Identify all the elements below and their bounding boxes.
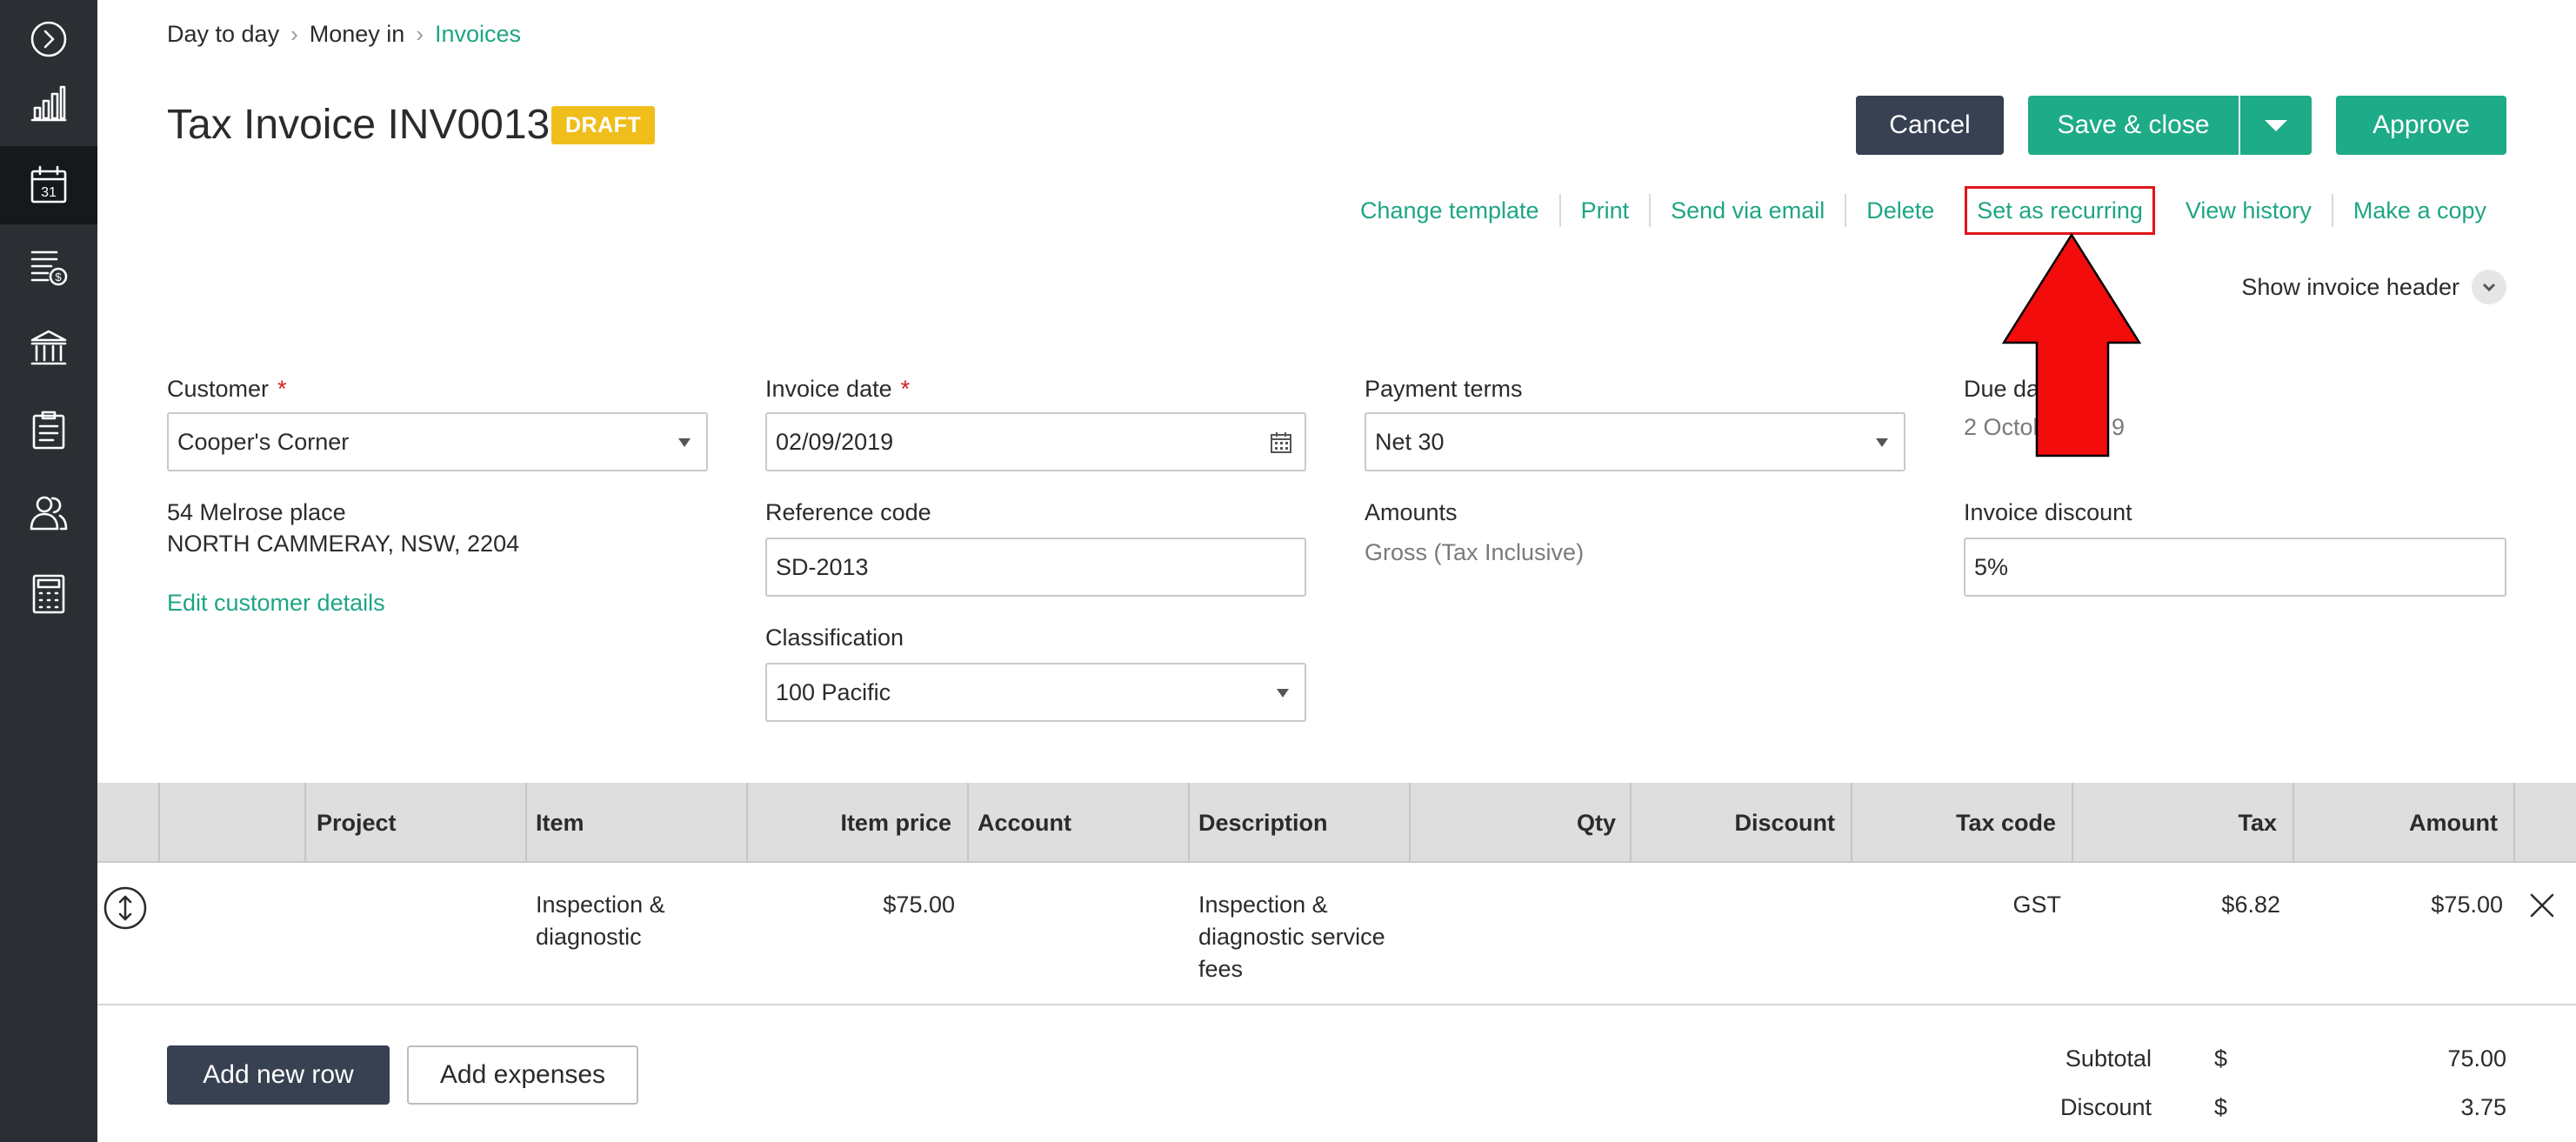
breadcrumb-day-to-day[interactable]: Day to day [167,21,279,48]
dropdown-arrow-icon [1876,438,1888,447]
row-tax-code-cell[interactable]: GST [2012,889,2061,921]
classification-label: Classification [765,624,904,651]
calendar-day-label: 31 [41,185,57,200]
table-row-divider [97,1004,2576,1005]
expand-icon [30,21,67,57]
show-invoice-header-toggle[interactable]: Show invoice header [2241,270,2506,304]
column-header-item: Item [536,810,584,836]
column-header-tax-code: Tax code [1955,810,2056,836]
subtotal-label: Subtotal [2065,1045,2152,1072]
clipboard-icon [32,411,65,450]
save-options-dropdown-button[interactable] [2240,96,2312,155]
show-invoice-header-label: Show invoice header [2241,273,2459,300]
dropdown-arrow-icon [678,438,691,447]
payment-terms-select[interactable]: Net 30 [1365,412,1905,471]
row-amount-cell[interactable]: $75.00 [2431,889,2503,921]
send-via-email-link[interactable]: Send via email [1649,194,1845,227]
column-header-tax: Tax [2238,810,2277,836]
column-header-project: Project [317,810,397,836]
column-header-description: Description [1198,810,1328,836]
classification-select[interactable]: 100 Pacific [765,663,1306,722]
sidebar-item-day-to-day[interactable]: 31 [0,146,97,224]
discount-total-currency: $ [2214,1094,2228,1120]
contacts-icon [30,496,68,531]
cancel-button[interactable]: Cancel [1856,96,2004,155]
red-arrow-annotation-icon [2002,233,2141,457]
amounts-label: Amounts [1365,499,1458,525]
payment-terms-label: Payment terms [1365,376,1523,402]
calendar-icon: 31 [30,165,67,204]
row-item-price-cell[interactable]: $75.00 [883,889,955,921]
breadcrumb-money-in[interactable]: Money in [310,21,405,48]
reference-code-label: Reference code [765,499,931,525]
column-header-discount: Discount [1734,810,1835,836]
view-history-link[interactable]: View history [2166,194,2332,227]
reorder-drag-icon[interactable] [103,885,148,931]
column-header-item-price: Item price [840,810,951,836]
customer-address-line2: NORTH CAMMERAY, NSW, 2204 [167,531,520,557]
line-items-table-header: Project Item Item price Account Descript… [97,783,2576,863]
reports-chart-icon [30,85,67,122]
sidebar-item-calculator[interactable] [0,555,97,633]
sidebar-item-sales[interactable]: $ [0,228,97,306]
invoice-date-input[interactable]: 02/09/2019 [765,412,1306,471]
sidebar-item-banking[interactable] [0,310,97,388]
sales-dollar-icon: $ [30,250,68,286]
calculator-icon [32,574,65,614]
add-new-row-button[interactable]: Add new row [167,1045,390,1105]
sidebar-item-tasks[interactable] [0,391,97,470]
row-tax-cell: $6.82 [2221,892,2280,918]
customer-select[interactable]: Cooper's Corner [167,412,708,471]
print-link[interactable]: Print [1558,194,1650,227]
breadcrumb-separator-icon: › [290,21,298,47]
remove-row-close-icon[interactable] [2529,892,2555,918]
breadcrumb-separator-icon: › [416,21,424,47]
subtotal-currency: $ [2214,1045,2228,1072]
column-header-qty: Qty [1576,810,1616,836]
discount-total-value: 3.75 [2460,1094,2506,1120]
page-title: Tax Invoice INV0013 [167,102,551,148]
chevron-down-icon [2265,119,2287,131]
amounts-value: Gross (Tax Inclusive) [1365,539,1585,565]
invoice-discount-input[interactable]: 5% [1964,538,2506,597]
column-header-account: Account [978,810,1071,836]
customer-label: Customer * [167,376,287,402]
row-item-cell[interactable]: Inspection & diagnostic [536,889,665,953]
sidebar-item-reports[interactable] [0,64,97,143]
calendar-icon[interactable] [1268,430,1294,456]
discount-total-label: Discount [2059,1094,2152,1120]
subtotal-value: 75.00 [2447,1045,2506,1072]
customer-address-line1: 54 Melrose place [167,499,346,525]
svg-text:$: $ [55,270,62,284]
column-header-amount: Amount [2409,810,2498,836]
edit-customer-details-link[interactable]: Edit customer details [167,590,385,617]
sidebar: 31 $ [0,0,97,1142]
invoice-discount-label: Invoice discount [1964,499,2132,525]
make-a-copy-link[interactable]: Make a copy [2331,194,2506,227]
set-as-recurring-link[interactable]: Set as recurring [1965,186,2155,235]
change-template-link[interactable]: Change template [1340,194,1559,227]
breadcrumb-invoices[interactable]: Invoices [435,21,521,48]
invoice-actions: Change template Print Send via email Del… [1340,186,2506,235]
banking-icon [30,330,67,365]
dropdown-arrow-icon [1277,689,1289,698]
save-close-button[interactable]: Save & close [2028,96,2239,155]
reference-code-input[interactable]: SD-2013 [765,538,1306,597]
sidebar-item-contacts[interactable] [0,473,97,551]
add-expenses-button[interactable]: Add expenses [407,1045,638,1105]
chevron-down-icon [2472,270,2506,304]
row-description-cell[interactable]: Inspection & diagnostic service fees [1198,889,1385,985]
invoice-date-label: Invoice date * [765,376,911,402]
approve-button[interactable]: Approve [2336,96,2506,155]
breadcrumb: Day to day › Money in › Invoices [167,21,521,48]
status-badge: DRAFT [551,106,656,144]
delete-link[interactable]: Delete [1845,194,1954,227]
